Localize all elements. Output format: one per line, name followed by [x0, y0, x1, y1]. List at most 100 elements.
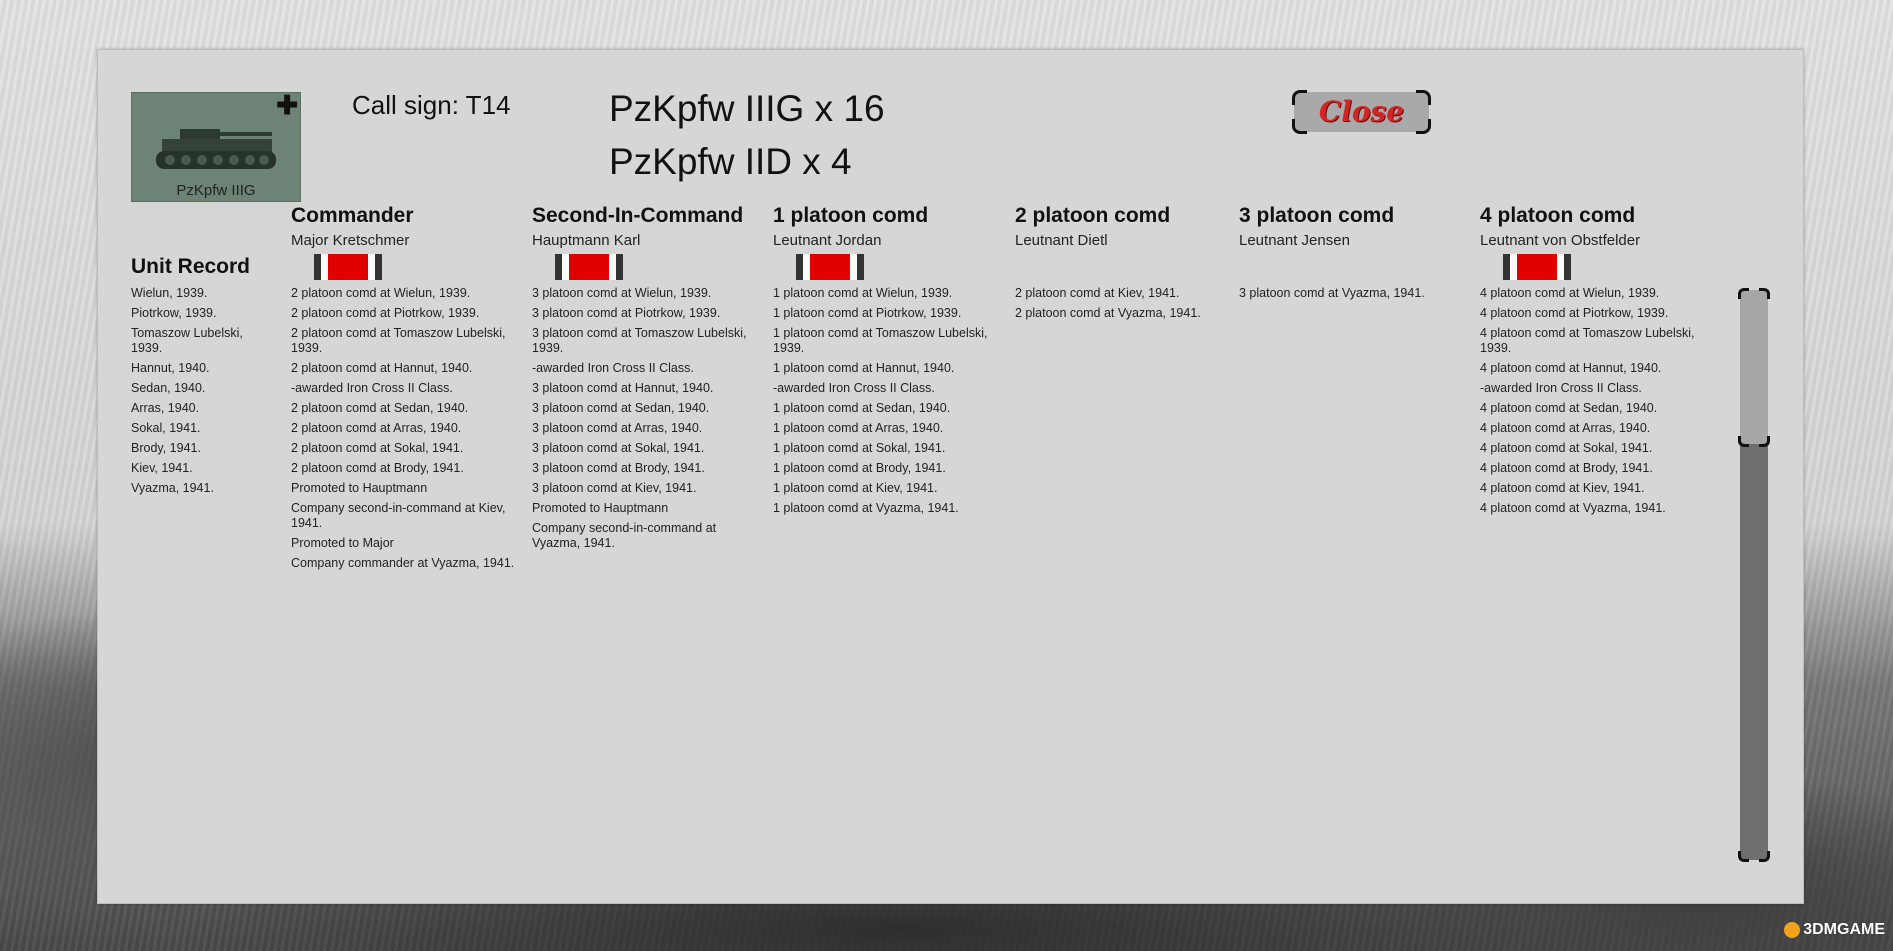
list-item: 2 platoon comd at Arras, 1940.: [291, 421, 462, 435]
list-item: 1 platoon comd at Kiev, 1941.: [773, 481, 938, 495]
tank-icon: [156, 129, 276, 169]
list-item: 4 platoon comd at Brody, 1941.: [1480, 461, 1653, 475]
officer-name: Leutnant Jensen: [1239, 232, 1350, 249]
list-item: 4 platoon comd at Kiev, 1941.: [1480, 481, 1645, 495]
officer-name: Leutnant Dietl: [1015, 232, 1108, 249]
officer-name: Leutnant Jordan: [773, 232, 882, 249]
commander-record-list: 2 platoon comd at Wielun, 1939. 2 platoo…: [291, 286, 519, 576]
list-item: 2 platoon comd at Kiev, 1941.: [1015, 286, 1180, 300]
scrollbar-thumb-corner: [1759, 436, 1770, 447]
column-title: 3 platoon comd: [1239, 204, 1395, 227]
watermark-text: 3DMGAME: [1803, 921, 1885, 938]
list-item: 3 platoon comd at Vyazma, 1941.: [1239, 286, 1425, 300]
list-item: 3 platoon comd at Piotrkow, 1939.: [532, 306, 721, 320]
list-item: 1 platoon comd at Sokal, 1941.: [773, 441, 946, 455]
list-item: 4 platoon comd at Piotrkow, 1939.: [1480, 306, 1669, 320]
iron-cross-ribbon-icon: [796, 254, 864, 280]
officer-name: Major Kretschmer: [291, 232, 410, 249]
close-button[interactable]: Close: [1292, 90, 1431, 134]
list-item: 1 platoon comd at Brody, 1941.: [773, 461, 946, 475]
list-item: 3 platoon comd at Arras, 1940.: [532, 421, 703, 435]
list-item: 4 platoon comd at Sokal, 1941.: [1480, 441, 1653, 455]
list-item: 3 platoon comd at Hannut, 1940.: [532, 381, 714, 395]
unit-record-title: Unit Record: [131, 255, 251, 278]
list-item: Arras, 1940.: [131, 401, 200, 415]
list-item: 1 platoon comd at Vyazma, 1941.: [773, 501, 959, 515]
platoon-3-record-list: 3 platoon comd at Vyazma, 1941.: [1239, 286, 1475, 306]
column-title: 2 platoon comd: [1015, 204, 1171, 227]
list-item: Company second-in-command at Kiev, 1941.: [291, 501, 506, 530]
list-item: -awarded Iron Cross II Class.: [773, 381, 935, 395]
list-item: 1 platoon comd at Arras, 1940.: [773, 421, 944, 435]
list-item: Promoted to Major: [291, 536, 394, 550]
platoon-2-column-header: 2 platoon comd Leutnant Dietl: [1015, 204, 1170, 249]
unit-record-list: Wielun, 1939. Piotrkow, 1939. Tomaszow L…: [131, 286, 259, 501]
list-item: 4 platoon comd at Hannut, 1940.: [1480, 361, 1662, 375]
platoon-3-column-header: 3 platoon comd Leutnant Jensen: [1239, 204, 1394, 249]
iron-cross-ribbon-icon: [555, 254, 623, 280]
unit-record-panel: ✚ PzKpfw IIIG Call sign: T14 PzKpfw IIIG…: [97, 49, 1804, 904]
scrollbar-frame-corner: [1738, 851, 1749, 862]
scrollbar-frame-corner: [1759, 288, 1770, 299]
list-item: Company second-in-command at Vyazma, 194…: [532, 521, 717, 550]
list-item: -awarded Iron Cross II Class.: [532, 361, 694, 375]
scrollbar-thumb[interactable]: [1740, 290, 1768, 444]
iron-cross-ribbon-icon: [1503, 254, 1571, 280]
platoon-2-record-list: 2 platoon comd at Kiev, 1941. 2 platoon …: [1015, 286, 1225, 326]
platoon-1-column-header: 1 platoon comd Leutnant Jordan: [773, 204, 928, 249]
list-item: Company commander at Vyazma, 1941.: [291, 556, 515, 570]
list-item: 4 platoon comd at Arras, 1940.: [1480, 421, 1651, 435]
second-in-command-record-list: 3 platoon comd at Wielun, 1939. 3 platoo…: [532, 286, 760, 556]
unit-composition-line: PzKpfw IID x 4: [609, 141, 852, 182]
list-item: 4 platoon comd at Tomaszow Lubelski, 193…: [1480, 326, 1695, 355]
list-item: -awarded Iron Cross II Class.: [291, 381, 453, 395]
scrollbar-frame-corner: [1738, 288, 1749, 299]
watermark-logo-icon: [1784, 921, 1801, 938]
column-title: Commander: [291, 204, 414, 227]
list-item: 3 platoon comd at Tomaszow Lubelski, 193…: [532, 326, 747, 355]
unit-thumbnail: ✚ PzKpfw IIIG: [131, 92, 301, 202]
list-item: 1 platoon comd at Piotrkow, 1939.: [773, 306, 962, 320]
column-title: 1 platoon comd: [773, 204, 929, 227]
call-sign: Call sign: T14: [352, 90, 511, 120]
list-item: Kiev, 1941.: [131, 461, 193, 475]
close-button-label: Close: [1318, 95, 1405, 128]
list-item: Hannut, 1940.: [131, 361, 210, 375]
list-item: Sedan, 1940.: [131, 381, 206, 395]
list-item: 3 platoon comd at Sedan, 1940.: [532, 401, 710, 415]
list-item: 3 platoon comd at Kiev, 1941.: [532, 481, 697, 495]
list-item: 1 platoon comd at Hannut, 1940.: [773, 361, 955, 375]
list-item: 2 platoon comd at Sedan, 1940.: [291, 401, 469, 415]
scrollbar-thumb-corner: [1738, 436, 1749, 447]
list-item: Promoted to Hauptmann: [291, 481, 428, 495]
platoon-4-record-list: 4 platoon comd at Wielun, 1939. 4 platoo…: [1480, 286, 1716, 521]
list-item: Vyazma, 1941.: [131, 481, 214, 495]
scrollbar-frame-corner: [1759, 851, 1770, 862]
list-item: -awarded Iron Cross II Class.: [1480, 381, 1642, 395]
list-item: 1 platoon comd at Tomaszow Lubelski, 193…: [773, 326, 988, 355]
watermark: 3DMGAME: [1784, 921, 1885, 939]
list-item: Brody, 1941.: [131, 441, 201, 455]
thumbnail-label: PzKpfw IIIG: [176, 182, 256, 199]
list-item: 4 platoon comd at Vyazma, 1941.: [1480, 501, 1666, 515]
list-item: Piotrkow, 1939.: [131, 306, 217, 320]
list-item: 2 platoon comd at Tomaszow Lubelski, 193…: [291, 326, 506, 355]
column-title: Second-In-Command: [532, 204, 744, 227]
list-item: 2 platoon comd at Brody, 1941.: [291, 461, 464, 475]
list-item: 4 platoon comd at Wielun, 1939.: [1480, 286, 1660, 300]
list-item: 2 platoon comd at Sokal, 1941.: [291, 441, 464, 455]
list-item: Promoted to Hauptmann: [532, 501, 669, 515]
column-title: 4 platoon comd: [1480, 204, 1636, 227]
list-item: Wielun, 1939.: [131, 286, 208, 300]
list-item: Sokal, 1941.: [131, 421, 201, 435]
platoon-1-record-list: 1 platoon comd at Wielun, 1939. 1 platoo…: [773, 286, 1001, 521]
list-item: 2 platoon comd at Wielun, 1939.: [291, 286, 471, 300]
list-item: 3 platoon comd at Brody, 1941.: [532, 461, 705, 475]
platoon-4-column-header: 4 platoon comd Leutnant von Obstfelder: [1480, 204, 1640, 249]
vertical-scrollbar[interactable]: [1738, 288, 1770, 862]
officer-name: Leutnant von Obstfelder: [1480, 232, 1641, 249]
list-item: 2 platoon comd at Hannut, 1940.: [291, 361, 473, 375]
list-item: 3 platoon comd at Wielun, 1939.: [532, 286, 712, 300]
list-item: 4 platoon comd at Sedan, 1940.: [1480, 401, 1658, 415]
second-in-command-column-header: Second-In-Command Hauptmann Karl: [532, 204, 743, 249]
